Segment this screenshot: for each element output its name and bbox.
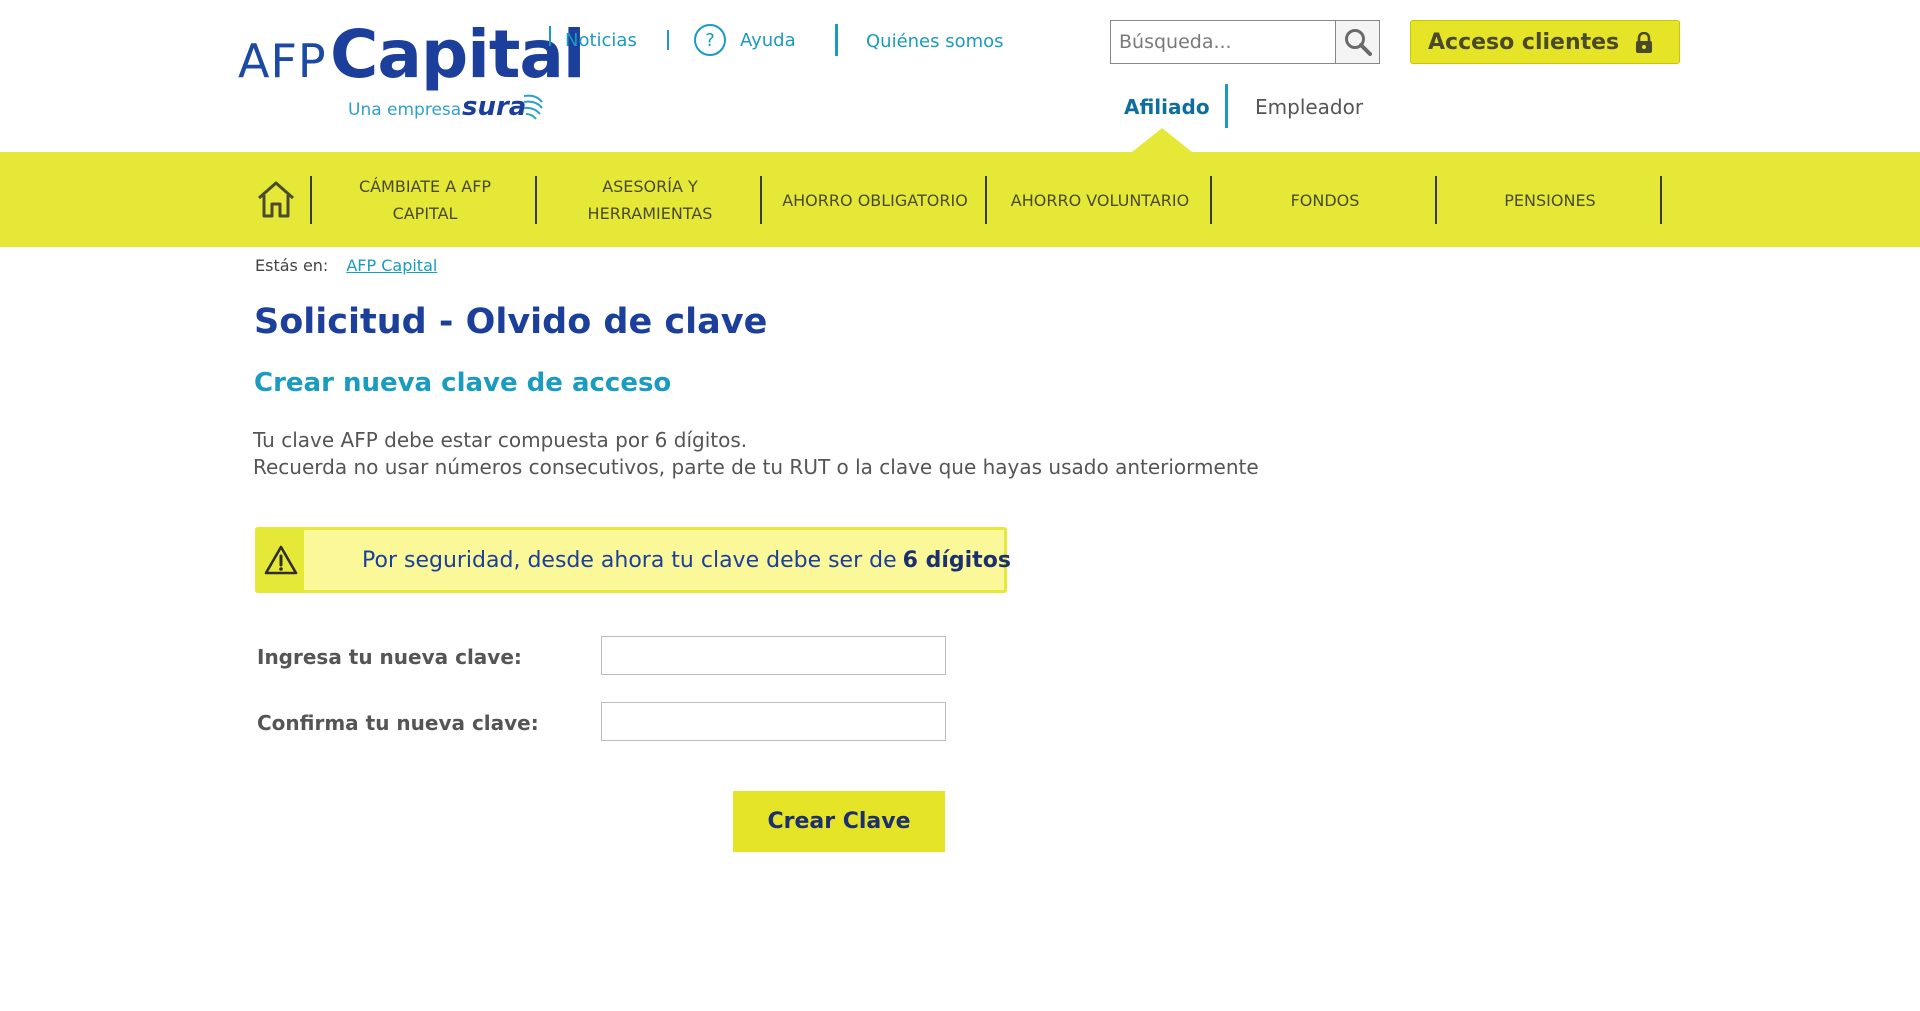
topnav-news-link[interactable]: Noticias: [565, 22, 637, 58]
nav-divider: [310, 176, 312, 224]
home-icon[interactable]: [255, 178, 297, 220]
alert-message: Por seguridad, desde ahora tu clave debe…: [362, 530, 1011, 590]
logo-afp-text: AFP: [238, 34, 327, 88]
search-button[interactable]: [1335, 21, 1379, 63]
topnav-divider: [549, 26, 551, 46]
warning-icon: [264, 545, 298, 575]
nav-item-pensiones[interactable]: PENSIONES: [1445, 170, 1655, 230]
help-icon: ?: [694, 24, 726, 56]
nav-divider: [1660, 176, 1662, 224]
lock-icon: [1636, 32, 1652, 53]
nav-divider: [1435, 176, 1437, 224]
search-icon: [1344, 29, 1372, 56]
tab-afiliado[interactable]: Afiliado: [1124, 84, 1210, 130]
nav-item-ahorro-voluntario[interactable]: AHORRO VOLUNTARIO: [995, 170, 1205, 230]
client-access-label: Acceso clientes: [1428, 29, 1620, 55]
nav-item-ahorro-obligatorio[interactable]: AHORRO OBLIGATORIO: [770, 170, 980, 230]
tab-empleador[interactable]: Empleador: [1255, 84, 1363, 130]
alert-icon-box: [258, 530, 304, 590]
nav-item-fondos[interactable]: FONDOS: [1220, 170, 1430, 230]
usertype-divider: [1225, 84, 1228, 128]
confirm-password-label: Confirma tu nueva clave:: [257, 711, 539, 735]
page-subtitle: Crear nueva clave de acceso: [254, 368, 672, 398]
breadcrumb: Estás en: AFP Capital: [255, 256, 437, 275]
main-navigation: CÁMBIATE A AFP CAPITAL ASESORÍA Y HERRAM…: [0, 152, 1920, 247]
logo-tagline: Una empresa: [348, 100, 462, 120]
alert-text: Por seguridad, desde ahora tu clave debe…: [362, 547, 897, 573]
nav-item-cambiate[interactable]: CÁMBIATE A AFP CAPITAL: [330, 170, 520, 230]
logo-capital-text: Capital: [330, 16, 586, 93]
nav-divider: [535, 176, 537, 224]
site-header: AFP Capital Una empresa sura Noticias ? …: [0, 0, 1920, 152]
confirm-password-input[interactable]: [601, 702, 946, 741]
topnav-help-label: Ayuda: [740, 29, 796, 51]
breadcrumb-prefix: Estás en:: [255, 256, 329, 275]
new-password-input[interactable]: [601, 636, 946, 675]
topnav-divider: [835, 24, 838, 56]
sura-mark-icon: [523, 94, 543, 120]
logo-sura-text: sura: [462, 92, 527, 122]
search-input[interactable]: [1111, 21, 1335, 63]
topnav-help-link[interactable]: ? Ayuda: [694, 22, 796, 58]
password-instructions: Tu clave AFP debe estar compuesta por 6 …: [253, 427, 1259, 481]
nav-divider: [1210, 176, 1212, 224]
nav-divider: [985, 176, 987, 224]
instruction-line-2: Recuerda no usar números consecutivos, p…: [253, 455, 1259, 479]
nav-divider: [760, 176, 762, 224]
nav-item-asesoria[interactable]: ASESORÍA Y HERRAMIENTAS: [560, 170, 740, 230]
afp-capital-logo[interactable]: AFP Capital Una empresa sura: [238, 16, 586, 128]
instruction-line-1: Tu clave AFP debe estar compuesta por 6 …: [253, 428, 748, 452]
security-alert: Por seguridad, desde ahora tu clave debe…: [255, 527, 1011, 593]
page-title: Solicitud - Olvido de clave: [254, 302, 768, 342]
create-password-button[interactable]: Crear Clave: [733, 791, 945, 852]
alert-emphasis: 6 dígitos: [902, 547, 1011, 573]
topnav-about-link[interactable]: Quiénes somos: [866, 23, 1004, 59]
search-box: [1110, 20, 1380, 64]
active-tab-pointer: [1132, 128, 1192, 152]
new-password-label: Ingresa tu nueva clave:: [257, 645, 522, 669]
client-access-button[interactable]: Acceso clientes: [1410, 20, 1680, 64]
breadcrumb-link-home[interactable]: AFP Capital: [346, 256, 437, 275]
topnav-divider: [667, 30, 669, 50]
